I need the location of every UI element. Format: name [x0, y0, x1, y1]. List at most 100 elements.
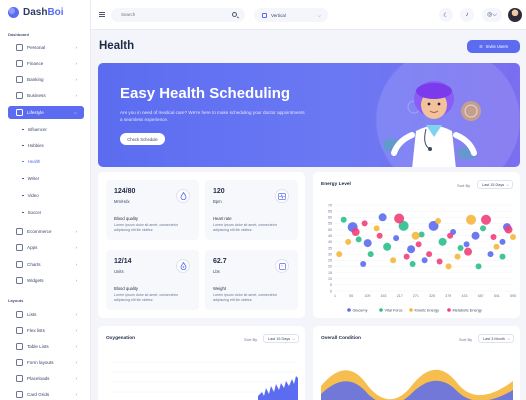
energy-scatter-chart: 0 5 10 15 20 25 30 35 40 45 50 55 60 65 70 1 55 109 163 217…: [328, 203, 516, 312]
sidebar-item-label: Apps: [27, 245, 38, 250]
sidebar-item-widgets[interactable]: Widgets ›: [8, 274, 84, 287]
x-tick-label: 271: [413, 294, 419, 298]
stat-card-blood-pressure: 124/80 Mm/Hdx Blood quality Lorem ipsum …: [106, 180, 199, 240]
sidebar-item-banking[interactable]: Banking ›: [8, 73, 84, 86]
y-tick-label: 15: [328, 271, 332, 275]
search-input[interactable]: [111, 8, 245, 22]
brand-logo-icon: [8, 7, 19, 18]
sidebar-item-label: Form layouts: [27, 360, 54, 365]
sidebar-subitem-writer[interactable]: Writer: [22, 176, 39, 181]
chevron-right-icon: ›: [75, 360, 78, 365]
menu-icon[interactable]: [99, 12, 105, 17]
stat-description: Lorem ipsum dolor sit amet, consectetur …: [114, 223, 178, 232]
y-tick-label: 25: [328, 259, 332, 263]
x-tick-label: 433: [461, 294, 467, 298]
legend-label: Glucemy: [353, 308, 368, 312]
x-tick-label: 1: [334, 294, 336, 298]
sidebar-item-label: Charts: [27, 262, 41, 267]
invite-users-button[interactable]: ☰ Invite Users: [467, 40, 520, 53]
chevron-right-icon: ›: [75, 93, 78, 98]
sidebar-item-table-lists[interactable]: Table Lists ›: [8, 340, 84, 353]
scatter-point: [383, 242, 392, 251]
sidebar-item-label: Card Grids: [27, 392, 50, 397]
sidebar-item-finance[interactable]: Finance ›: [8, 57, 84, 70]
sidebar-item-placeloads[interactable]: Placeloads ›: [8, 372, 84, 385]
sidebar-item-charts[interactable]: Charts ›: [8, 258, 84, 271]
scatter-point: [409, 260, 416, 267]
language-globe-icon[interactable]: ◎⌵: [482, 8, 502, 22]
scatter-point: [445, 263, 452, 270]
overall-condition-panel: Overall Condition Sort By Last 3 Month ⌵: [313, 326, 520, 400]
y-tick-label: 45: [328, 234, 332, 238]
scatter-point: [499, 238, 506, 245]
scatter-point: [421, 257, 428, 264]
search-icon[interactable]: [232, 12, 237, 17]
sidebar-subitem-hobbies[interactable]: Hobbies: [22, 143, 44, 148]
stat-label: Blood quality: [114, 216, 138, 221]
scatter-point: [407, 245, 416, 254]
y-tick-label: 0: [330, 289, 332, 293]
x-tick-label: 379: [445, 294, 451, 298]
stat-description: Lorem ipsum dolor sit amet, consectetur …: [213, 223, 277, 232]
hero-title: Easy Health Scheduling: [120, 85, 291, 102]
sidebar-item-apps[interactable]: Apps ›: [8, 241, 84, 254]
oxygenation-panel: Oxygenation Sort By Last 15 Days ⌵: [98, 326, 305, 400]
y-tick-label: 50: [328, 228, 332, 232]
bullet-icon: [22, 160, 24, 163]
sidebar-item-flex-lists[interactable]: Flex lists ›: [8, 324, 84, 337]
sidebar: DashBoi Dashboard Personal › Finance › B…: [0, 0, 91, 400]
chevron-right-icon: ›: [75, 312, 78, 317]
scatter-point: [351, 228, 360, 237]
sidebar-item-label: Finance: [27, 61, 44, 66]
scatter-point: [490, 233, 497, 240]
legend-label: Metabolic Energy: [453, 308, 482, 312]
stat-label: Heart rate: [213, 216, 232, 221]
stat-value: 62.7: [213, 258, 227, 265]
sidebar-item-card-grids[interactable]: Card Grids ›: [8, 388, 84, 400]
x-tick-label: 325: [429, 294, 435, 298]
sidebar-item-lifestyle[interactable]: Lifestyle ⌵: [8, 106, 84, 119]
check-schedule-button[interactable]: Check Schedule: [120, 133, 165, 145]
sidebar-item-form-layouts[interactable]: Form layouts ›: [8, 356, 84, 369]
scale-icon: [275, 259, 289, 273]
sidebar-item-lists[interactable]: Lists ›: [8, 308, 84, 321]
y-tick-label: 65: [328, 209, 332, 213]
layout-select[interactable]: Vertical ⌵: [254, 8, 328, 22]
scatter-point: [373, 225, 380, 232]
sidebar-subitem-video[interactable]: Video: [22, 193, 39, 198]
x-tick-label: 55: [349, 294, 353, 298]
energy-level-panel: Energy Level Sort By Last 15 Days ⌵ 0 5 10…: [313, 172, 520, 318]
sidebar-section-layouts: Layouts: [8, 298, 24, 303]
sidebar-section-dashboard: Dashboard: [8, 32, 29, 37]
bullet-icon: [22, 177, 24, 180]
stat-unit: Units: [114, 269, 124, 274]
sidebar-subitem-soccer[interactable]: Soccer: [22, 210, 41, 215]
brand[interactable]: DashBoi: [8, 7, 64, 18]
sidebar-item-business[interactable]: Business ›: [8, 89, 84, 102]
theme-toggle-moon-icon[interactable]: ☾: [439, 8, 453, 22]
sidebar-subitem-health[interactable]: Health: [22, 159, 40, 164]
y-tick-label: 35: [328, 246, 332, 250]
chevron-right-icon: ›: [75, 245, 78, 250]
scatter-point: [438, 237, 447, 246]
notification-bell-icon[interactable]: ♪: [460, 8, 474, 22]
x-tick-label: 163: [381, 294, 387, 298]
scatter-point: [361, 220, 368, 227]
apps-icon: [16, 244, 23, 251]
legend-marker: [409, 308, 413, 312]
heart-monitor-icon: [275, 189, 289, 203]
chevron-right-icon: ›: [75, 328, 78, 333]
scatter-point: [463, 241, 470, 248]
x-tick-label: 217: [397, 294, 403, 298]
user-plus-icon: ☰: [479, 44, 483, 49]
scatter-point: [393, 235, 400, 242]
chevron-down-icon: ⌵: [317, 12, 321, 18]
avatar[interactable]: [508, 8, 522, 22]
sidebar-item-personal[interactable]: Personal ›: [8, 41, 84, 54]
sidebar-item-label: Placeloads: [27, 376, 50, 381]
sidebar-item-ecommerce[interactable]: Ecommerce ›: [8, 225, 84, 238]
sidebar-subitem-influencer[interactable]: Influencer: [22, 127, 47, 132]
oxygenation-area-chart: [112, 361, 298, 400]
drop-icon: [176, 259, 190, 273]
y-tick-label: 20: [328, 265, 332, 269]
